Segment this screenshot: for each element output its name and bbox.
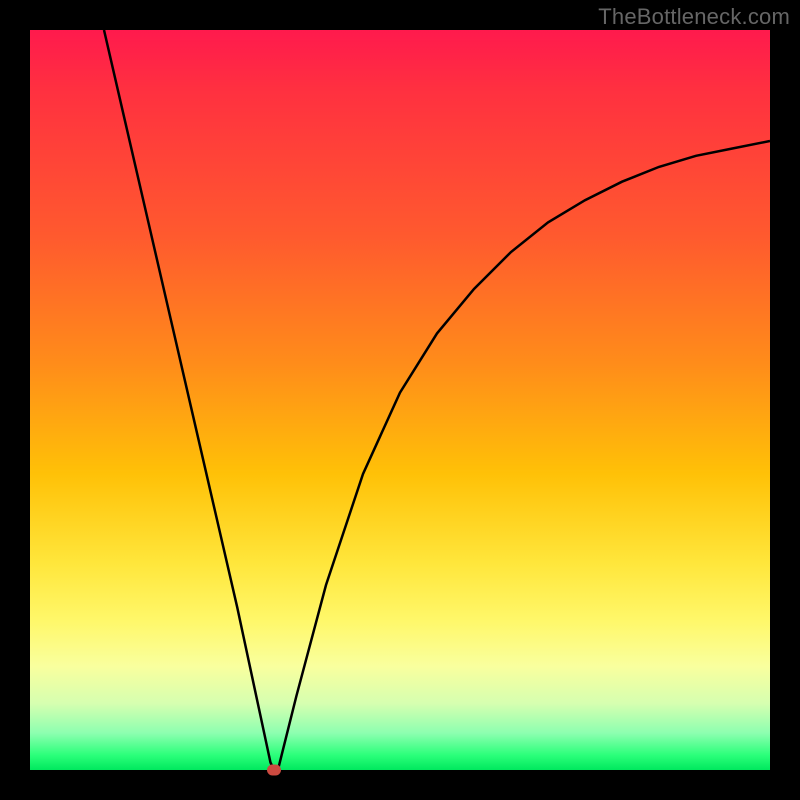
plot-area [30,30,770,770]
curve-path [104,30,770,770]
minimum-marker [267,765,281,776]
chart-frame: TheBottleneck.com [0,0,800,800]
curve-svg [30,30,770,770]
watermark-text: TheBottleneck.com [598,4,790,30]
